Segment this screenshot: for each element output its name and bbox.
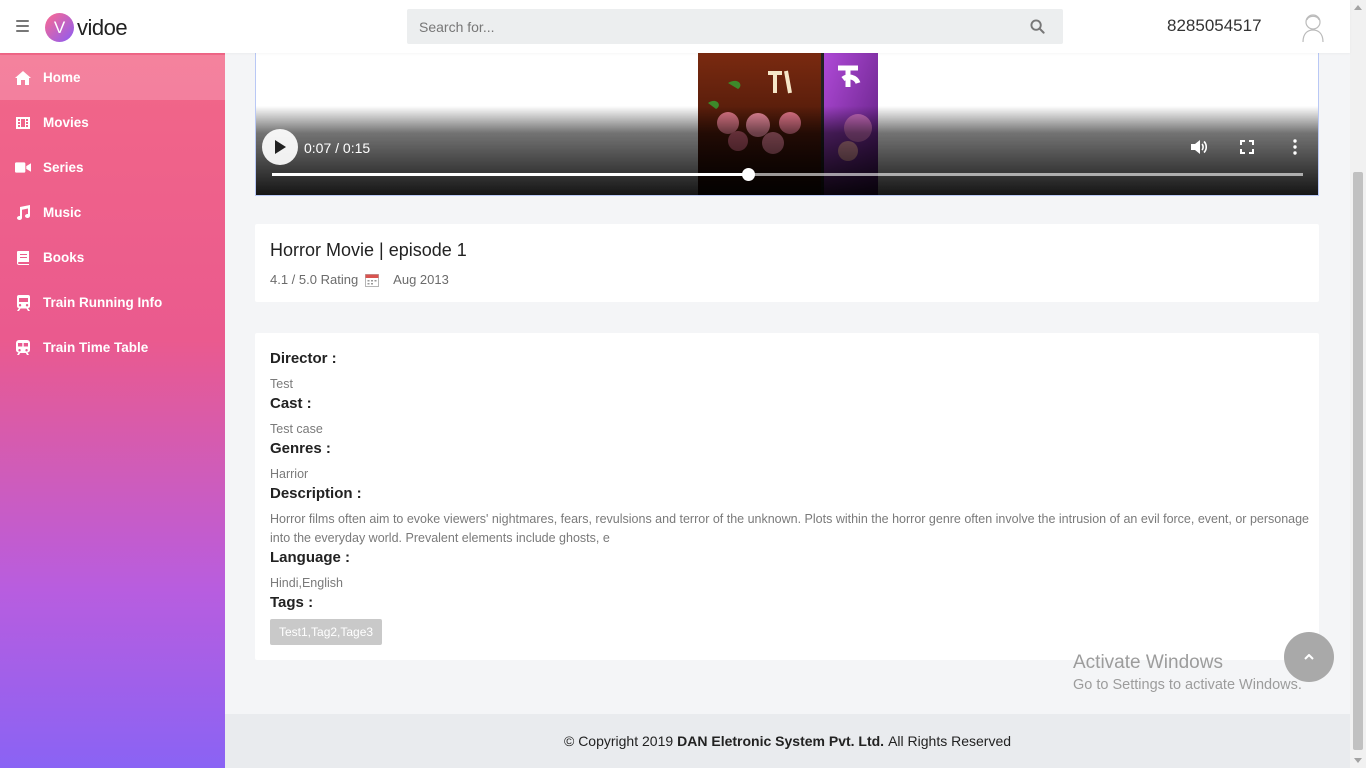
scrollbar-thumb[interactable] <box>1353 172 1363 750</box>
cast-value: Test case <box>270 422 323 436</box>
activate-windows-watermark: Activate Windows Go to Settings to activ… <box>1073 652 1302 693</box>
volume-icon[interactable] <box>1189 138 1207 156</box>
hamburger-menu-icon[interactable] <box>16 20 29 32</box>
language-label: Language : <box>270 549 351 566</box>
video-time: 0:07 / 0:15 <box>304 140 371 156</box>
director-value: Test <box>270 377 293 391</box>
home-icon <box>15 70 31 86</box>
description-value: Horror films often aim to evoke viewers'… <box>270 512 1310 545</box>
search-bar <box>407 9 1063 44</box>
sidebar-item-label: Books <box>43 250 85 265</box>
film-icon <box>15 115 31 131</box>
video-progress-knob[interactable] <box>741 168 755 181</box>
book-icon <box>15 250 31 266</box>
logo-circle: V <box>45 13 74 42</box>
music-icon <box>15 205 31 221</box>
sidebar-item-label: Music <box>43 205 82 220</box>
user-avatar-icon[interactable] <box>1299 11 1327 43</box>
footer-copyright: © Copyright 2019 <box>563 733 674 749</box>
watermark-subtitle: Go to Settings to activate Windows. <box>1073 677 1302 693</box>
play-button[interactable] <box>262 129 298 165</box>
video-camera-icon <box>15 160 31 176</box>
search-icon[interactable] <box>1030 19 1045 34</box>
sidebar: Home Movies Series Music Books Train Run… <box>0 53 225 768</box>
train-icon <box>15 294 31 311</box>
director-label: Director : <box>270 350 337 367</box>
scroll-to-top-button[interactable] <box>1284 632 1334 682</box>
watermark-title: Activate Windows <box>1073 652 1223 673</box>
play-icon <box>275 140 286 154</box>
movie-info-card: Horror Movie | episode 1 4.1 / 5.0 Ratin… <box>255 224 1319 302</box>
genres-label: Genres : <box>270 440 331 457</box>
movie-title: Horror Movie | episode 1 <box>270 240 467 260</box>
movie-rating: 4.1 / 5.0 Rating <box>270 272 359 287</box>
video-player[interactable]: 0:07 / 0:15 <box>255 53 1319 196</box>
sidebar-item-movies[interactable]: Movies <box>0 100 225 145</box>
sidebar-item-label: Train Running Info <box>43 295 163 310</box>
footer-company: DAN Eletronic System Pvt. Ltd. <box>677 733 885 749</box>
page-scrollbar[interactable] <box>1350 0 1366 768</box>
sidebar-item-label: Series <box>43 160 84 175</box>
fullscreen-icon[interactable] <box>1238 138 1256 156</box>
description-label: Description : <box>270 485 362 502</box>
genres-value: Harrior <box>270 467 309 481</box>
video-controls-overlay <box>256 106 1318 195</box>
more-options-icon[interactable] <box>1286 138 1304 156</box>
language-value: Hindi,English <box>270 576 343 590</box>
subway-icon <box>15 340 31 356</box>
cast-label: Cast : <box>270 395 312 412</box>
top-header: V vidoe 8285054517 <box>0 0 1350 53</box>
sidebar-item-series[interactable]: Series <box>0 145 225 190</box>
scroll-down-arrow-icon[interactable] <box>1354 758 1362 763</box>
movie-details-card: Director : Test Cast : Test case Genres … <box>255 333 1319 660</box>
sidebar-item-home[interactable]: Home <box>0 55 225 100</box>
movie-meta: 4.1 / 5.0 Rating Aug 2013 <box>270 272 449 287</box>
video-progress-fill <box>272 173 748 176</box>
sidebar-item-label: Movies <box>43 115 89 130</box>
movie-date: Aug 2013 <box>393 272 449 287</box>
scroll-up-arrow-icon[interactable] <box>1354 5 1362 10</box>
tags-label: Tags : <box>270 594 314 611</box>
logo[interactable]: V vidoe <box>45 13 128 42</box>
sidebar-item-books[interactable]: Books <box>0 235 225 280</box>
sidebar-item-label: Home <box>43 70 81 85</box>
video-progress-bar[interactable] <box>272 168 1303 181</box>
sidebar-item-label: Train Time Table <box>43 340 149 355</box>
sidebar-item-music[interactable]: Music <box>0 190 225 235</box>
footer-rights: All Rights Reserved <box>888 733 1012 749</box>
sidebar-item-train-time-table[interactable]: Train Time Table <box>0 325 225 370</box>
calendar-icon <box>365 273 380 287</box>
phone-number: 8285054517 <box>1167 16 1262 35</box>
footer: © Copyright 2019 DAN Eletronic System Pv… <box>225 714 1350 768</box>
search-input[interactable] <box>407 9 1007 44</box>
chevron-up-icon <box>1304 654 1314 660</box>
logo-text: vidoe <box>77 14 128 40</box>
sidebar-item-train-running-info[interactable]: Train Running Info <box>0 280 225 325</box>
tag-badge[interactable]: Test1,Tag2,Tage3 <box>270 619 383 645</box>
